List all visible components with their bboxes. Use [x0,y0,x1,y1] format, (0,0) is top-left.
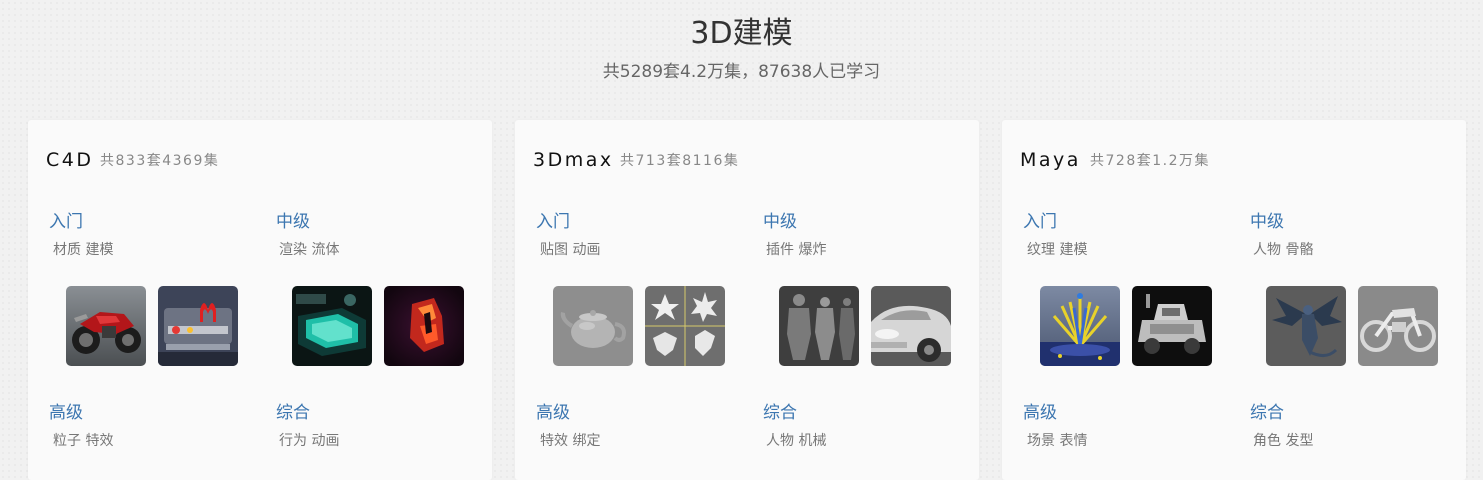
card-title[interactable]: Maya [1020,147,1081,173]
card-title[interactable]: C4D [46,147,94,173]
card-count: 共713套8116集 [620,153,740,169]
card-count: 共728套1.2万集 [1090,153,1210,169]
level-link-beginner[interactable]: 入门 [49,211,83,233]
page-subtitle: 共5289套4.2万集，87638人已学习 [602,62,881,82]
course-thumbnail-teal-machine[interactable] [292,286,372,366]
level-link-advanced[interactable]: 高级 [49,402,83,424]
level-tags-comprehensive[interactable]: 行为 动画 [279,432,339,450]
level-link-advanced[interactable]: 高级 [536,402,570,424]
level-link-beginner[interactable]: 入门 [536,211,570,233]
level-link-beginner[interactable]: 入门 [1023,211,1057,233]
level-link-intermediate[interactable]: 中级 [276,211,310,233]
card-count: 共833套4369集 [100,153,220,169]
course-thumbnail-motorcycle-clay[interactable] [1358,286,1438,366]
course-thumbnail-red-crystal[interactable] [384,286,464,366]
category-card-c4d: C4D 共833套4369集 入门 材质 建模 中级 渲染 流体 高级 粒子 特… [28,120,492,480]
level-link-comprehensive[interactable]: 综合 [276,402,310,424]
level-tags-beginner[interactable]: 纹理 建模 [1027,241,1087,259]
level-tags-advanced[interactable]: 场景 表情 [1027,432,1087,450]
card-title[interactable]: 3Dmax [533,147,614,173]
course-thumbnail-plant-scene[interactable] [1040,286,1120,366]
category-card-3dmax: 3Dmax 共713套8116集 入门 贴图 动画 中级 插件 爆炸 高级 特效… [515,120,979,480]
course-thumbnail-motorcycle[interactable] [66,286,146,366]
course-thumbnail-car[interactable] [871,286,951,366]
course-thumbnail-mcdonalds[interactable] [158,286,238,366]
level-tags-comprehensive[interactable]: 人物 机械 [766,432,826,450]
level-link-comprehensive[interactable]: 综合 [763,402,797,424]
course-thumbnail-teapot[interactable] [553,286,633,366]
page-title: 3D建模 [690,16,793,51]
level-link-intermediate[interactable]: 中级 [763,211,797,233]
level-tags-advanced[interactable]: 粒子 特效 [53,432,113,450]
course-thumbnail-dragon[interactable] [1266,286,1346,366]
level-tags-intermediate[interactable]: 插件 爆炸 [766,241,826,259]
level-tags-beginner[interactable]: 贴图 动画 [540,241,600,259]
level-link-comprehensive[interactable]: 综合 [1250,402,1284,424]
course-thumbnail-character-sculpt[interactable] [779,286,859,366]
level-link-intermediate[interactable]: 中级 [1250,211,1284,233]
level-tags-intermediate[interactable]: 渲染 流体 [279,241,339,259]
level-tags-comprehensive[interactable]: 角色 发型 [1253,432,1313,450]
course-thumbnail-cartoon-truck[interactable] [1132,286,1212,366]
level-tags-beginner[interactable]: 材质 建模 [53,241,113,259]
level-tags-advanced[interactable]: 特效 绑定 [540,432,600,450]
level-link-advanced[interactable]: 高级 [1023,402,1057,424]
level-tags-intermediate[interactable]: 人物 骨骼 [1253,241,1313,259]
course-thumbnail-lily-flowers[interactable] [645,286,725,366]
category-card-maya: Maya 共728套1.2万集 入门 纹理 建模 中级 人物 骨骼 高级 场景 … [1002,120,1466,480]
